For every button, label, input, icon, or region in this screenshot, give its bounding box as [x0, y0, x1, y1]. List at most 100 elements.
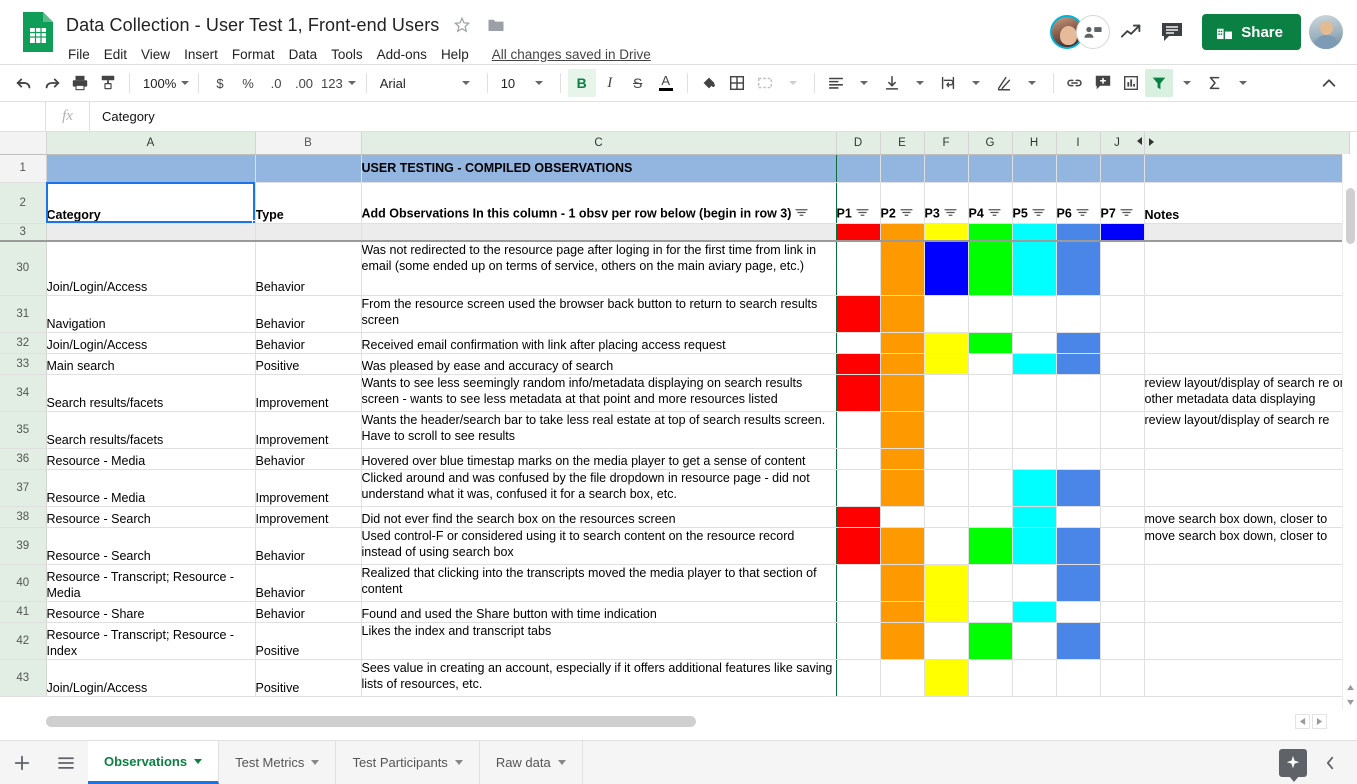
formula-input[interactable]: Category: [90, 102, 1357, 131]
cell-mark-P2[interactable]: [880, 241, 925, 296]
cell-mark-P3[interactable]: [924, 374, 969, 412]
cell-type[interactable]: Positive: [255, 659, 362, 697]
redo-icon[interactable]: [38, 69, 66, 97]
legend-swatch-P1[interactable]: [836, 223, 881, 242]
cell-mark-P5[interactable]: [1012, 241, 1057, 296]
cell-notes-1[interactable]: [1144, 154, 1350, 183]
sheet-tab-test-metrics[interactable]: Test Metrics: [219, 741, 337, 784]
cell-mark-P7[interactable]: [1100, 469, 1145, 507]
cell-mark-P6[interactable]: [1056, 295, 1101, 333]
cell-category[interactable]: Resource - Search: [46, 527, 256, 565]
cell-mark-P5[interactable]: [1012, 295, 1057, 333]
text-color-button[interactable]: A: [652, 69, 680, 97]
cell-mark-P1[interactable]: [836, 374, 881, 412]
cell-mark-P1[interactable]: [836, 241, 881, 296]
column-filter-icon[interactable]: [856, 205, 869, 221]
cell-D2[interactable]: P1: [836, 182, 881, 224]
print-icon[interactable]: [66, 69, 94, 97]
cell-D1[interactable]: [836, 154, 881, 183]
save-status-label[interactable]: All changes saved in Drive: [492, 47, 651, 62]
horizontal-scrollbar[interactable]: [46, 716, 1279, 727]
cell-F2[interactable]: P3: [924, 182, 969, 224]
activity-trend-icon[interactable]: [1112, 12, 1152, 52]
cell-mark-P3[interactable]: [924, 564, 969, 602]
cell-mark-P3[interactable]: [924, 622, 969, 660]
cell-mark-P2[interactable]: [880, 411, 925, 449]
cell-mark-P3[interactable]: [924, 295, 969, 333]
vertical-scrollbar[interactable]: [1342, 154, 1357, 710]
cell-notes[interactable]: [1144, 332, 1350, 354]
cell-mark-P6[interactable]: [1056, 601, 1101, 623]
cell-category[interactable]: Resource - Search: [46, 506, 256, 528]
cell-mark-P1[interactable]: [836, 332, 881, 354]
cell-mark-P7[interactable]: [1100, 527, 1145, 565]
cell-mark-P7[interactable]: [1100, 506, 1145, 528]
chevron-down-icon[interactable]: [454, 760, 463, 765]
cell-mark-P7[interactable]: [1100, 448, 1145, 470]
cell-A2[interactable]: Category: [46, 182, 256, 224]
all-sheets-icon[interactable]: [44, 741, 88, 784]
cell-A3[interactable]: [46, 223, 256, 242]
cell-mark-P7[interactable]: [1100, 241, 1145, 296]
filter-dropdown-icon[interactable]: [1173, 69, 1201, 97]
row-header-37[interactable]: 37: [0, 469, 47, 507]
cell-notes[interactable]: review layout/display of search re or ot…: [1144, 374, 1350, 412]
cell-mark-P7[interactable]: [1100, 295, 1145, 333]
cell-mark-P1[interactable]: [836, 601, 881, 623]
cell-type[interactable]: Behavior: [255, 448, 362, 470]
valign-dropdown-icon[interactable]: [906, 69, 934, 97]
cell-observation[interactable]: Wants to see less seemingly random info/…: [361, 374, 837, 412]
undo-icon[interactable]: [10, 69, 38, 97]
chevron-down-icon[interactable]: [311, 760, 320, 765]
cell-mark-P4[interactable]: [968, 448, 1013, 470]
cell-mark-P2[interactable]: [880, 622, 925, 660]
column-filter-icon[interactable]: [1120, 205, 1133, 221]
cell-G2[interactable]: P4: [968, 182, 1013, 224]
cell-notes[interactable]: [1144, 448, 1350, 470]
menu-addons[interactable]: Add-ons: [370, 47, 434, 62]
cell-mark-P6[interactable]: [1056, 448, 1101, 470]
cell-observation[interactable]: Was not redirected to the resource page …: [361, 241, 837, 296]
cell-type[interactable]: Positive: [255, 622, 362, 660]
cell-type[interactable]: Behavior: [255, 527, 362, 565]
cell-I2[interactable]: P6: [1056, 182, 1101, 224]
menu-data[interactable]: Data: [282, 47, 325, 62]
cell-category[interactable]: Main search: [46, 353, 256, 375]
menu-file[interactable]: File: [66, 47, 97, 62]
column-header-h[interactable]: H: [1012, 132, 1057, 155]
cell-mark-P4[interactable]: [968, 295, 1013, 333]
scroll-right-icon[interactable]: [1312, 714, 1327, 729]
name-box[interactable]: [0, 102, 46, 131]
cell-mark-P2[interactable]: [880, 564, 925, 602]
cell-notes[interactable]: move search box down, closer to: [1144, 506, 1350, 528]
cell-mark-P4[interactable]: [968, 353, 1013, 375]
column-header-i[interactable]: I: [1056, 132, 1101, 155]
text-rotation-icon[interactable]: [990, 69, 1018, 97]
cell-mark-P1[interactable]: [836, 411, 881, 449]
column-header-e[interactable]: E: [880, 132, 925, 155]
cell-mark-P3[interactable]: [924, 241, 969, 296]
cell-mark-P1[interactable]: [836, 469, 881, 507]
cell-mark-P4[interactable]: [968, 411, 1013, 449]
folder-icon[interactable]: [485, 14, 507, 36]
cell-category[interactable]: Navigation: [46, 295, 256, 333]
cell-category[interactable]: Join/Login/Access: [46, 659, 256, 697]
cell-mark-P2[interactable]: [880, 659, 925, 697]
cell-mark-P5[interactable]: [1012, 448, 1057, 470]
cell-mark-P1[interactable]: [836, 506, 881, 528]
cell-observation[interactable]: Realized that clicking into the transcri…: [361, 564, 837, 602]
cell-mark-P6[interactable]: [1056, 332, 1101, 354]
font-size-selector[interactable]: 10: [495, 69, 525, 97]
cell-mark-P5[interactable]: [1012, 564, 1057, 602]
column-header-j[interactable]: J: [1100, 132, 1145, 155]
cell-mark-P3[interactable]: [924, 353, 969, 375]
star-icon[interactable]: [451, 14, 473, 36]
cell-mark-P3[interactable]: [924, 601, 969, 623]
cell-mark-P4[interactable]: [968, 241, 1013, 296]
cell-notes-2[interactable]: Notes: [1144, 182, 1350, 224]
cell-H1[interactable]: [1012, 154, 1057, 183]
legend-swatch-P5[interactable]: [1012, 223, 1057, 242]
row-header-39[interactable]: 39: [0, 527, 47, 565]
scroll-up-icon[interactable]: [1343, 680, 1357, 695]
cell-observation[interactable]: From the resource screen used the browse…: [361, 295, 837, 333]
